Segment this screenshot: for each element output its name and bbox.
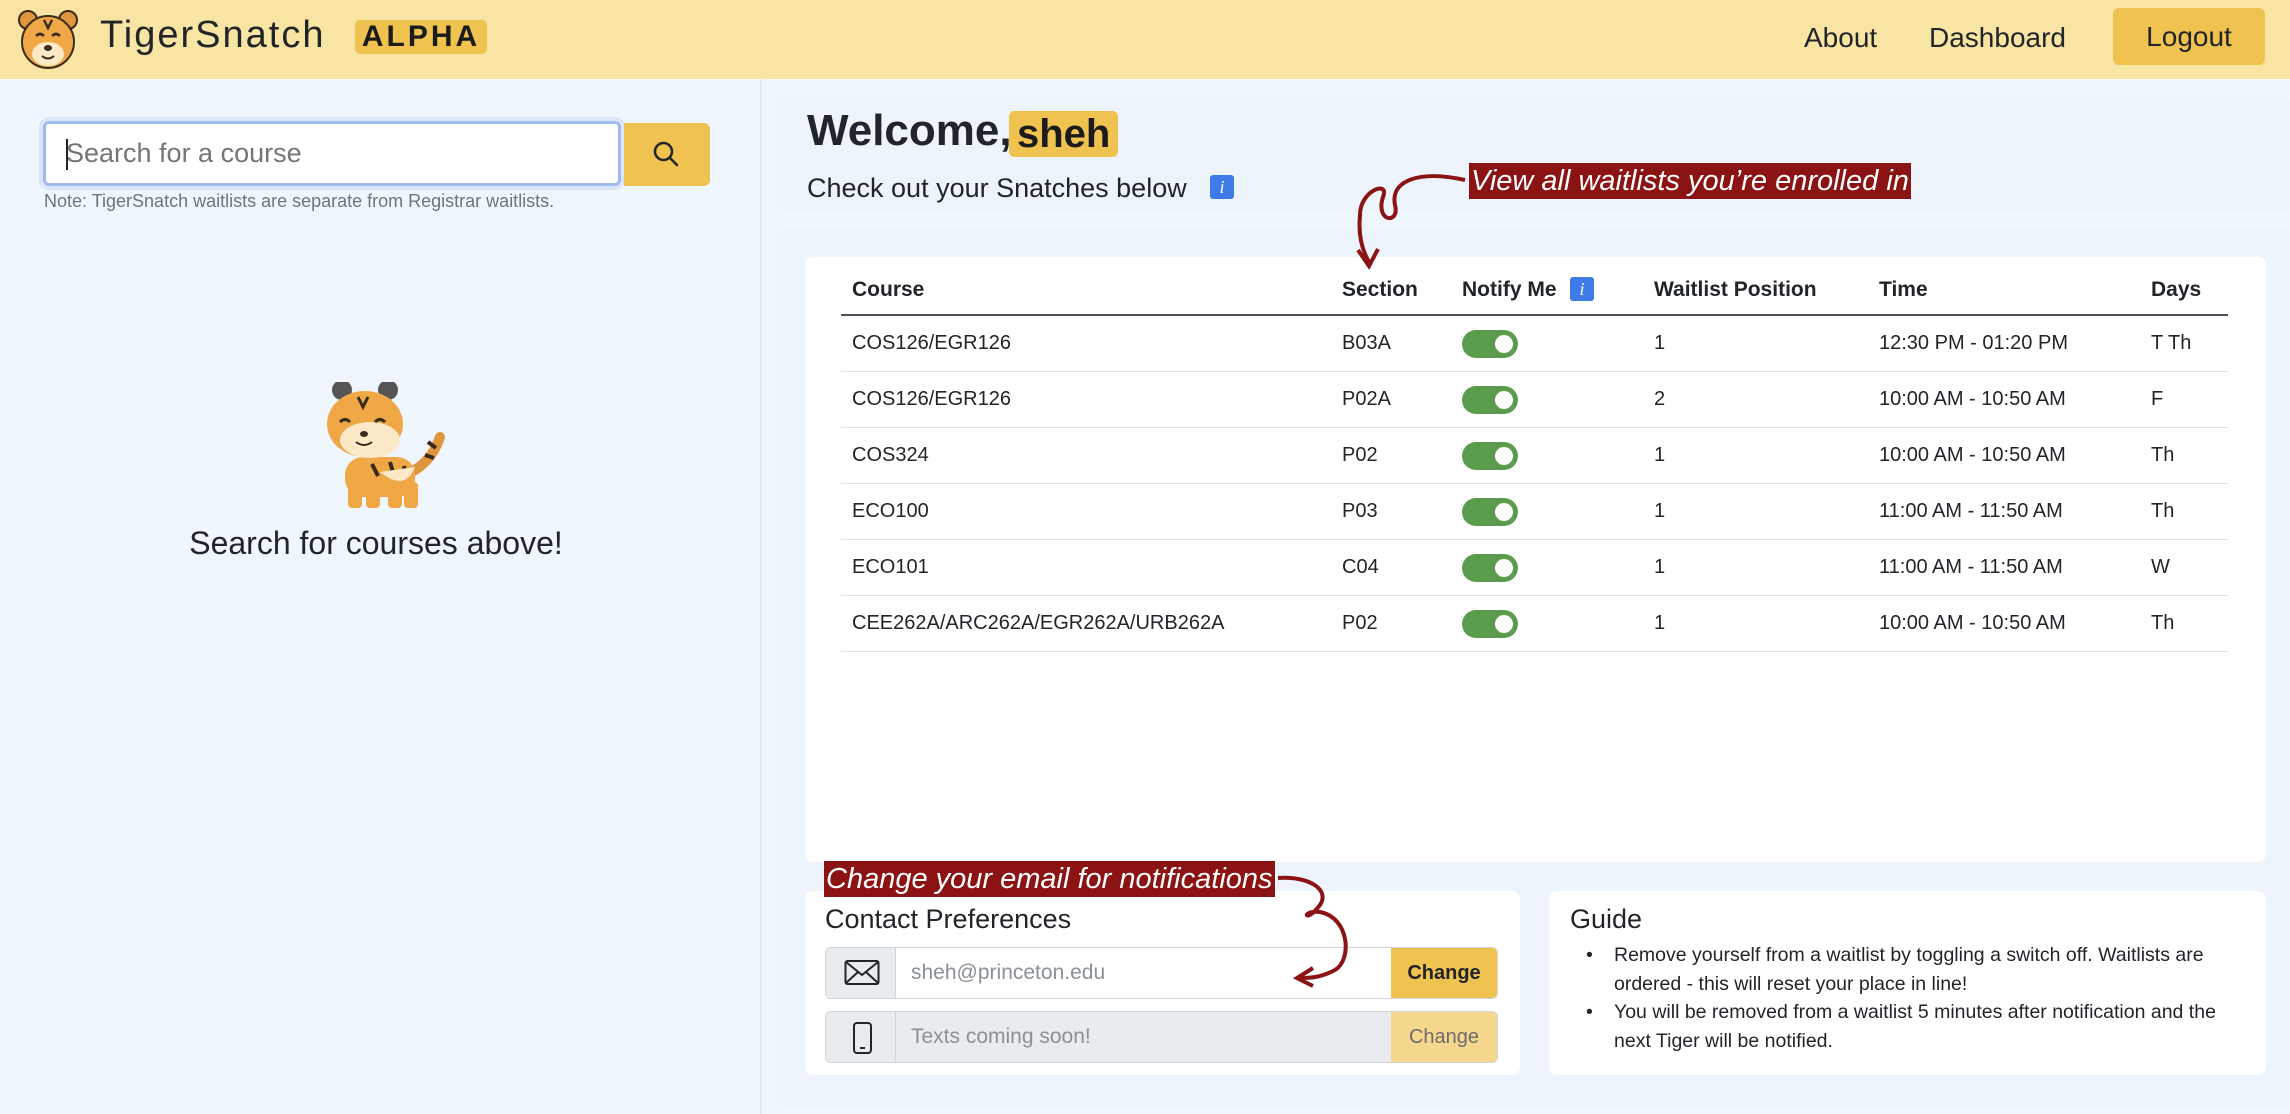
table-row: COS324 P02 1 10:00 AM - 10:50 AM Th [841,428,2228,484]
logout-button[interactable]: Logout [2113,8,2265,65]
notify-toggle[interactable] [1462,330,1518,358]
column-header-days: Days [2151,278,2202,301]
navbar: TigerSnatch ALPHA About Dashboard Logout [0,0,2290,79]
text-cursor [66,139,68,170]
course-cell[interactable]: COS324 [852,428,929,483]
days-cell: Th [2151,612,2175,634]
tiger-logo-icon[interactable] [16,6,80,72]
position-cell: 1 [1654,500,1666,522]
time-cell: 11:00 AM - 11:50 AM [1879,500,2063,522]
column-header-section: Section [1342,278,1418,301]
position-cell: 1 [1654,332,1666,354]
guide-title: Guide [1570,904,1643,934]
table-row: CEE262A/ARC262A/EGR262A/URB262A P02 1 10… [841,596,2228,652]
time-cell: 12:30 PM - 01:20 PM [1879,332,2068,354]
time-cell: 10:00 AM - 10:50 AM [1879,388,2066,410]
course-cell[interactable]: ECO100 [852,484,929,539]
days-cell: T Th [2151,332,2192,354]
time-cell: 11:00 AM - 11:50 AM [1879,556,2063,578]
email-input-group: sheh@princeton.edu Change [825,947,1498,999]
table-row: ECO101 C04 1 11:00 AM - 11:50 AM W [841,540,2228,596]
brand-name[interactable]: TigerSnatch [100,14,325,57]
days-cell: Th [2151,500,2175,522]
guide-item: Remove yourself from a waitlist by toggl… [1580,941,2240,998]
table-row: ECO100 P03 1 11:00 AM - 11:50 AM Th [841,484,2228,540]
section-cell: P03 [1342,500,1378,522]
guide-list: Remove yourself from a waitlist by toggl… [1580,941,2240,1055]
phone-icon [826,1012,896,1062]
info-icon[interactable]: i [1210,175,1234,199]
annotation-email: Change your email for notifications [824,861,1275,897]
course-cell[interactable]: CEE262A/ARC262A/EGR262A/URB262A [852,596,1224,651]
notify-toggle[interactable] [1462,386,1518,414]
search-button[interactable] [624,123,710,186]
time-cell: 10:00 AM - 10:50 AM [1879,612,2066,634]
welcome-subtitle: Check out your Snatches below [807,173,1187,203]
course-cell[interactable]: COS126/EGR126 [852,372,1011,427]
column-header-course: Course [852,278,925,301]
course-cell[interactable]: ECO101 [852,540,929,595]
days-cell: Th [2151,444,2175,466]
search-input-wrapper[interactable] [43,121,621,186]
username-badge: sheh [1009,111,1119,157]
position-cell: 2 [1654,388,1666,410]
position-cell: 1 [1654,444,1666,466]
panel-divider [760,79,762,1114]
envelope-icon [826,948,896,998]
search-panel [0,79,760,1114]
welcome-greeting: Welcome, [807,106,1012,155]
days-cell: F [2151,388,2164,410]
guide-item: You will be removed from a waitlist 5 mi… [1580,998,2240,1055]
annotation-waitlists: View all waitlists you’re enrolled in [1469,163,1911,199]
contact-preferences-title: Contact Preferences [825,904,1072,934]
column-header-time: Time [1879,278,1928,301]
section-cell: P02 [1342,612,1378,634]
column-header-notify: Notify Me [1462,278,1557,301]
section-cell: B03A [1342,332,1391,354]
change-phone-button: Change [1391,1012,1497,1062]
table-row: COS126/EGR126 B03A 1 12:30 PM - 01:20 PM… [841,316,2228,372]
notify-toggle[interactable] [1462,442,1518,470]
empty-search-message: Search for courses above! [189,525,563,561]
phone-input-group: Texts coming soon! Change [825,1011,1498,1063]
search-note: Note: TigerSnatch waitlists are separate… [44,191,555,211]
change-email-button[interactable]: Change [1391,948,1497,998]
search-icon [653,141,679,167]
section-cell: P02A [1342,388,1391,410]
tiger-illustration [327,382,445,508]
notify-toggle[interactable] [1462,498,1518,526]
column-header-waitlist-position: Waitlist Position [1654,278,1817,301]
email-field[interactable]: sheh@princeton.edu [911,948,1105,998]
time-cell: 10:00 AM - 10:50 AM [1879,444,2066,466]
nav-link-dashboard[interactable]: Dashboard [1929,22,2066,54]
table-row: COS126/EGR126 P02A 2 10:00 AM - 10:50 AM… [841,372,2228,428]
alpha-badge: ALPHA [355,20,487,54]
notify-toggle[interactable] [1462,554,1518,582]
phone-field: Texts coming soon! [911,1025,1091,1048]
nav-link-about[interactable]: About [1804,22,1877,54]
notify-toggle[interactable] [1462,610,1518,638]
search-input[interactable] [46,124,618,183]
position-cell: 1 [1654,556,1666,578]
section-cell: C04 [1342,556,1379,578]
position-cell: 1 [1654,612,1666,634]
days-cell: W [2151,556,2170,578]
section-cell: P02 [1342,444,1378,466]
course-cell[interactable]: COS126/EGR126 [852,316,1011,371]
info-icon[interactable]: i [1570,277,1594,301]
